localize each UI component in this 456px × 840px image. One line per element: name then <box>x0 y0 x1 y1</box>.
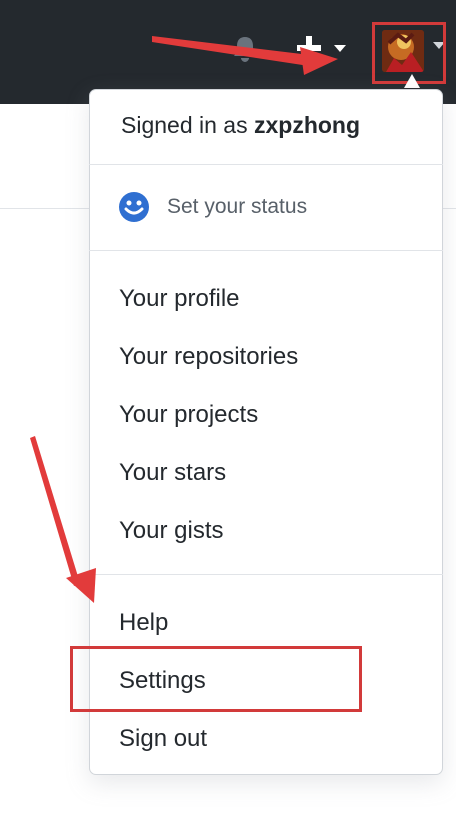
left-arrow-icon <box>30 436 96 603</box>
menu-item-your-repositories[interactable]: Your repositories <box>119 342 298 372</box>
github-page: Signed in as zxpzhong Set your status Yo… <box>0 0 456 840</box>
menu-item-your-profile[interactable]: Your profile <box>119 284 240 314</box>
create-new-dropdown[interactable] <box>296 34 354 62</box>
menu-item-your-projects[interactable]: Your projects <box>119 400 258 430</box>
menu-divider <box>89 574 443 575</box>
signed-in-label: Signed in as zxpzhong <box>121 112 360 139</box>
set-status-button[interactable]: Set your status <box>117 190 307 224</box>
menu-item-your-gists[interactable]: Your gists <box>119 516 224 546</box>
signed-in-prefix: Signed in as <box>121 112 248 138</box>
chevron-down-icon <box>334 45 346 52</box>
smiley-icon <box>119 192 149 222</box>
plus-icon <box>297 36 321 60</box>
menu-divider <box>89 250 443 251</box>
menu-item-your-stars[interactable]: Your stars <box>119 458 226 488</box>
annotation-highlight-box <box>70 646 362 712</box>
menu-item-help[interactable]: Help <box>119 608 168 638</box>
menu-item-sign-out[interactable]: Sign out <box>119 724 207 754</box>
set-status-label: Set your status <box>167 195 308 218</box>
username: zxpzhong <box>253 112 361 138</box>
bell-icon[interactable] <box>232 34 258 64</box>
menu-divider <box>89 164 443 165</box>
